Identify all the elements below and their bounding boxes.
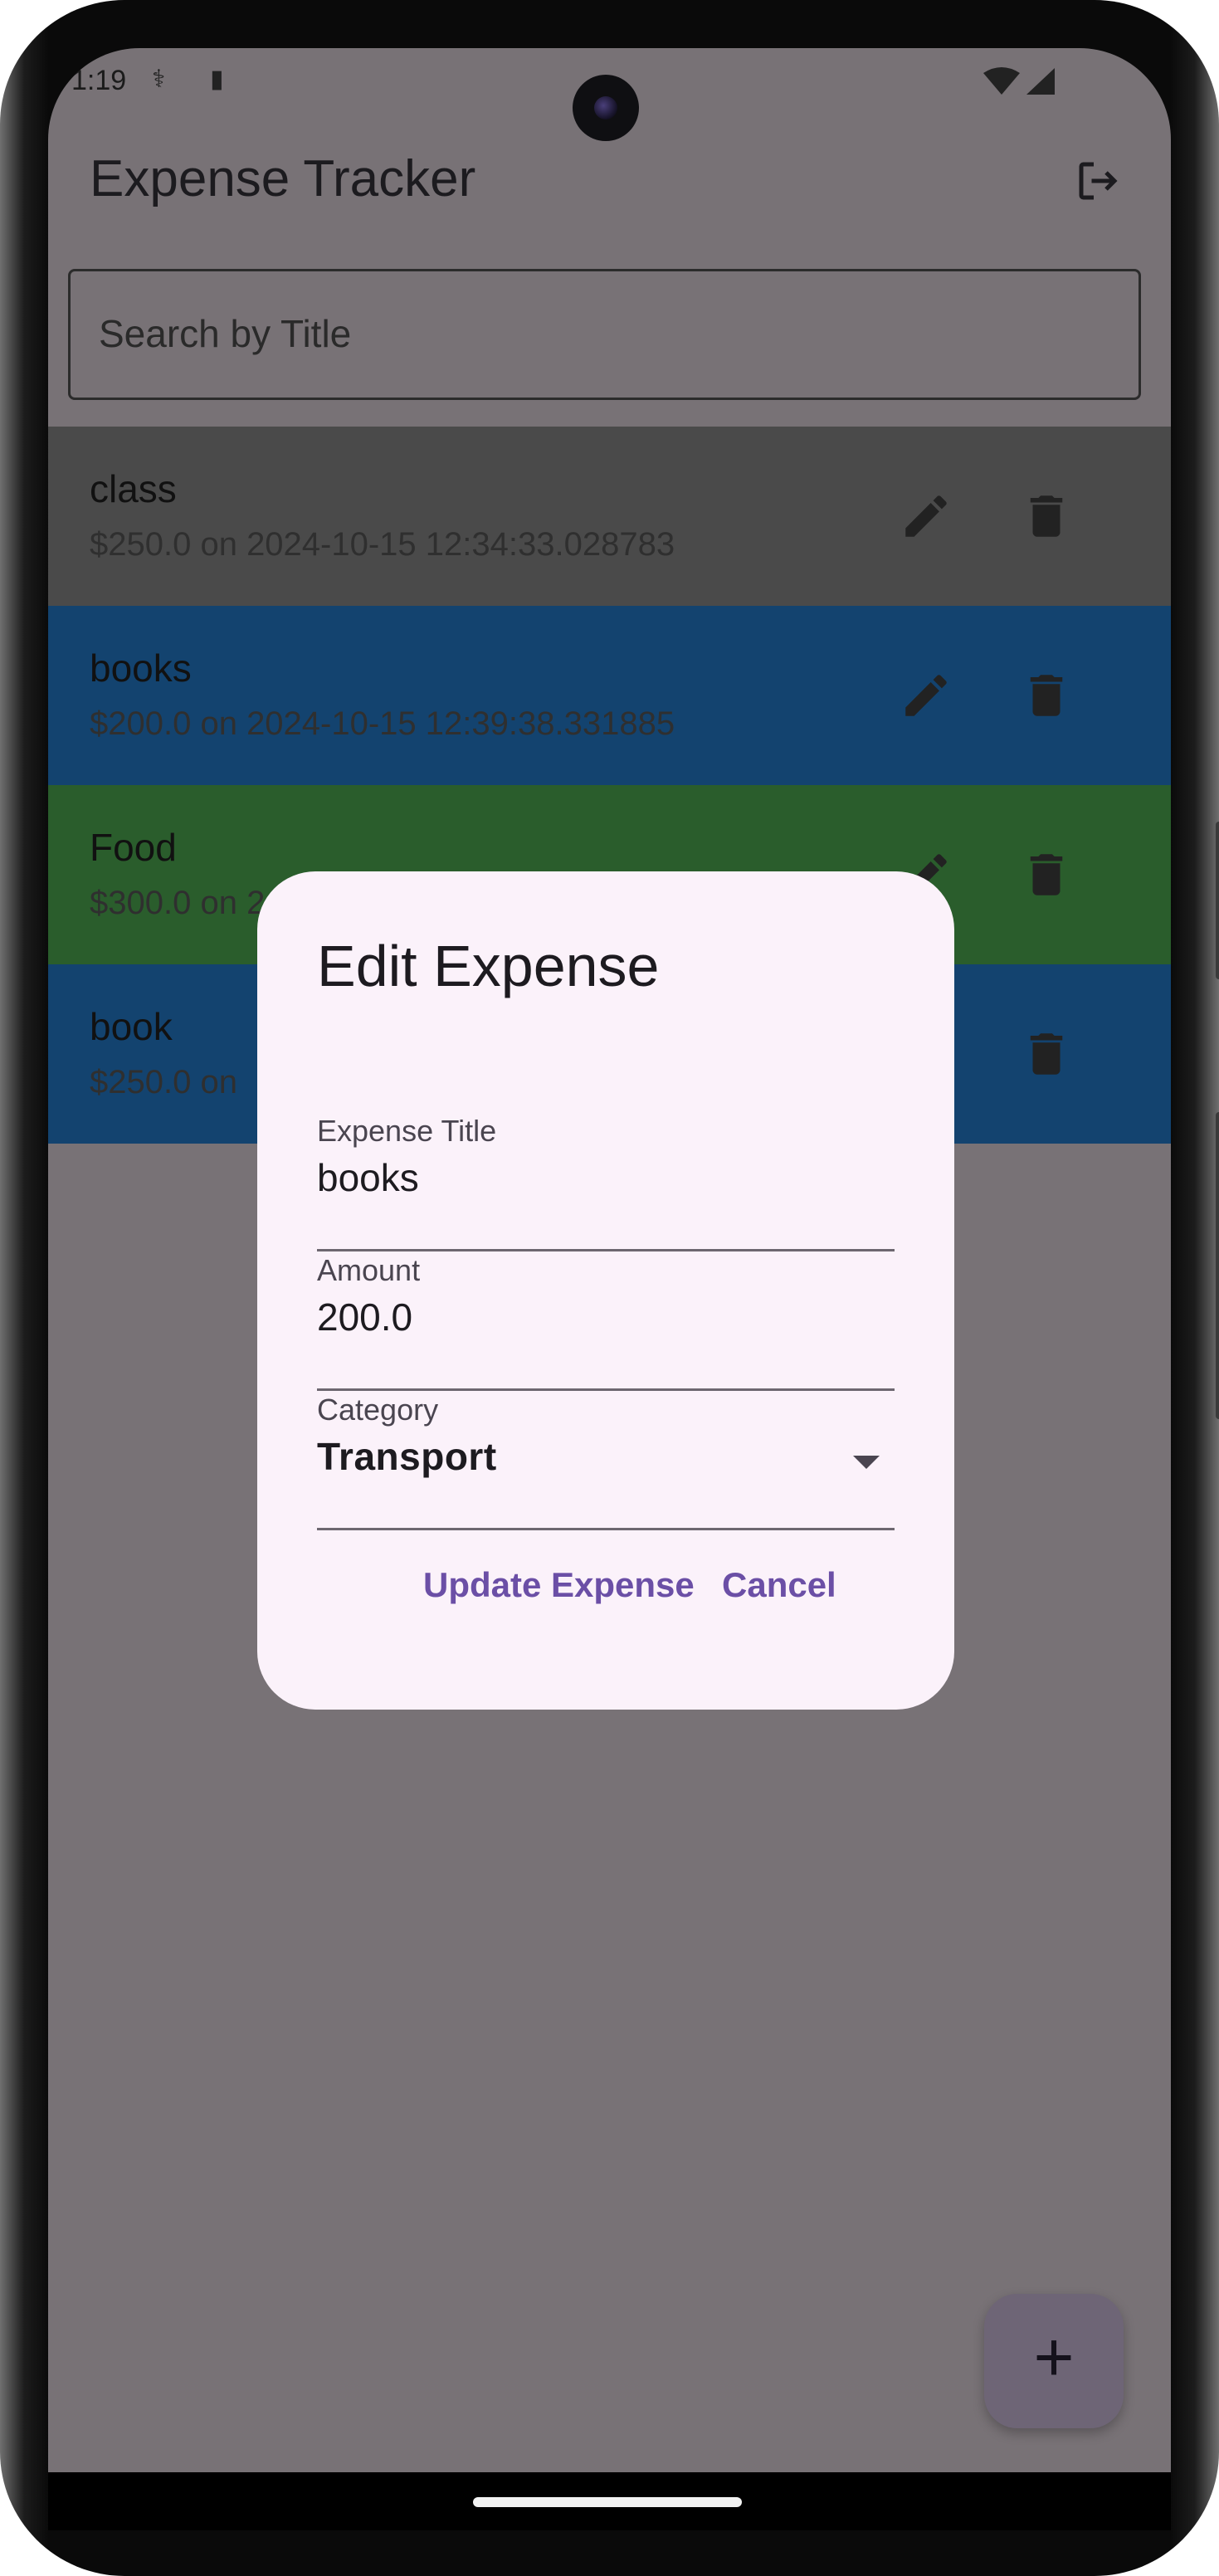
category-label: Category (317, 1393, 439, 1427)
notification-icon: ⚕ (152, 66, 166, 93)
amount-value: 200.0 (317, 1295, 413, 1339)
volume-button (1216, 822, 1219, 979)
edit-icon[interactable] (899, 489, 953, 544)
dropdown-arrow-icon (853, 1456, 880, 1469)
update-expense-button[interactable]: Update Expense (423, 1565, 695, 1605)
expense-subtitle: $300.0 on 2 (90, 885, 266, 921)
expense-subtitle: $250.0 on 2024-10-15 12:34:33.028783 (90, 526, 675, 563)
cancel-button[interactable]: Cancel (722, 1565, 836, 1605)
phone-frame: 1:19 ⚕ ▮ Expense Tracker Search by Title… (0, 0, 1219, 2576)
expense-subtitle: $200.0 on 2024-10-15 12:39:38.331885 (90, 705, 675, 742)
expense-title-value: books (317, 1156, 419, 1199)
field-underline (317, 1388, 895, 1391)
edit-expense-dialog: Edit Expense Expense Title books Amount … (257, 871, 954, 1710)
app-bar: Expense Tracker (48, 139, 1171, 222)
amount-label: Amount (317, 1253, 421, 1287)
app-screen: 1:19 ⚕ ▮ Expense Tracker Search by Title… (48, 48, 1171, 2472)
logout-icon[interactable] (1073, 156, 1123, 206)
cellular-signal-icon (1026, 68, 1055, 95)
expense-title: class (90, 467, 177, 510)
front-camera (573, 75, 639, 141)
search-placeholder: Search by Title (99, 312, 352, 355)
field-underline (317, 1528, 895, 1530)
expense-item[interactable]: books $200.0 on 2024-10-15 12:39:38.3318… (48, 606, 1171, 785)
expense-title: Food (90, 826, 177, 869)
power-button (1216, 1112, 1219, 1419)
search-input[interactable]: Search by Title (68, 269, 1141, 400)
amount-field[interactable]: Amount 200.0 (317, 1253, 895, 1391)
expense-title: book (90, 1005, 173, 1048)
edit-icon[interactable] (899, 668, 953, 723)
expense-subtitle: $250.0 on (90, 1064, 237, 1100)
expense-title-field[interactable]: Expense Title books (317, 1114, 895, 1251)
status-time: 1:19 (71, 65, 127, 96)
category-dropdown[interactable]: Category Transport (317, 1393, 895, 1530)
delete-icon[interactable] (1019, 847, 1074, 902)
sd-card-icon: ▮ (210, 66, 224, 93)
add-expense-button[interactable]: + (984, 2294, 1124, 2428)
app-title: Expense Tracker (90, 150, 476, 207)
dialog-title: Edit Expense (317, 934, 660, 998)
expense-item[interactable]: class $250.0 on 2024-10-15 12:34:33.0287… (48, 427, 1171, 606)
home-indicator[interactable] (473, 2497, 742, 2507)
delete-icon[interactable] (1019, 489, 1074, 544)
delete-icon[interactable] (1019, 1027, 1074, 1081)
expense-title: books (90, 646, 192, 690)
wifi-icon (983, 67, 1020, 95)
fab-plus: + (1033, 2318, 1075, 2396)
category-value: Transport (317, 1435, 497, 1478)
field-underline (317, 1249, 895, 1251)
delete-icon[interactable] (1019, 668, 1074, 723)
expense-title-label: Expense Title (317, 1114, 497, 1148)
